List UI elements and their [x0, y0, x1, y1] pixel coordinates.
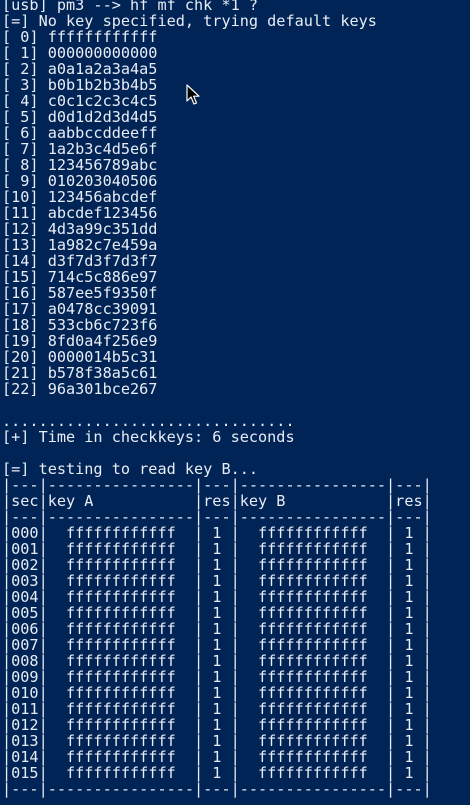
mouse-pointer-icon [186, 84, 200, 105]
key-list-item: [18] 533cb6c723f6 [2, 316, 158, 334]
key-list-item: [ 3] b0b1b2b3b4b5 [2, 76, 158, 94]
key-list-item: [ 0] ffffffffffff [2, 28, 158, 46]
key-list-item: [10] 123456abcdef [2, 188, 158, 206]
key-list-item: [17] a0478cc39091 [2, 300, 158, 318]
terminal-window[interactable]: [usb] pm3 --> hf mf chk *1 ? [=] No key s… [0, 0, 470, 805]
terminal-output: [usb] pm3 --> hf mf chk *1 ? [=] No key s… [2, 0, 432, 797]
table-row: |003| ffffffffffff | 1 | ffffffffffff | … [2, 572, 432, 590]
key-list-item: [22] 96a301bce267 [2, 380, 158, 398]
table-row: |013| ffffffffffff | 1 | ffffffffffff | … [2, 732, 432, 750]
table-border: |---|----------------|---|--------------… [2, 780, 432, 798]
table-row: |012| ffffffffffff | 1 | ffffffffffff | … [2, 716, 432, 734]
key-list-item: [13] 1a982c7e459a [2, 236, 158, 254]
key-list-item: [ 6] aabbccddeeff [2, 124, 158, 142]
key-list-item: [12] 4d3a99c351dd [2, 220, 158, 238]
key-list-item: [ 8] 123456789abc [2, 156, 158, 174]
table-row: |002| ffffffffffff | 1 | ffffffffffff | … [2, 556, 432, 574]
key-list-item: [ 9] 010203040506 [2, 172, 158, 190]
table-row: |001| ffffffffffff | 1 | ffffffffffff | … [2, 540, 432, 558]
table-border: |---|----------------|---|--------------… [2, 476, 432, 494]
key-list-item: [ 1] 000000000000 [2, 44, 158, 62]
table-row: |008| ffffffffffff | 1 | ffffffffffff | … [2, 652, 432, 670]
key-list-item: [16] 587ee5f9350f [2, 284, 158, 302]
progress-dots: ................................ [2, 412, 295, 430]
info-line: [=] testing to read key B... [2, 460, 259, 478]
table-row: |009| ffffffffffff | 1 | ffffffffffff | … [2, 668, 432, 686]
table-row: |015| ffffffffffff | 1 | ffffffffffff | … [2, 764, 432, 782]
table-row: |005| ffffffffffff | 1 | ffffffffffff | … [2, 604, 432, 622]
key-list-item: [ 4] c0c1c2c3c4c5 [2, 92, 158, 110]
table-row: |010| ffffffffffff | 1 | ffffffffffff | … [2, 684, 432, 702]
status-line: [+] Time in checkkeys: 6 seconds [2, 428, 295, 446]
table-row: |014| ffffffffffff | 1 | ffffffffffff | … [2, 748, 432, 766]
table-row: |011| ffffffffffff | 1 | ffffffffffff | … [2, 700, 432, 718]
table-border: |---|----------------|---|--------------… [2, 508, 432, 526]
key-list-item: [ 5] d0d1d2d3d4d5 [2, 108, 158, 126]
info-line: [=] No key specified, trying default key… [2, 12, 377, 30]
key-list-item: [19] 8fd0a4f256e9 [2, 332, 158, 350]
table-row: |007| ffffffffffff | 1 | ffffffffffff | … [2, 636, 432, 654]
table-row: |000| ffffffffffff | 1 | ffffffffffff | … [2, 524, 432, 542]
table-row: |004| ffffffffffff | 1 | ffffffffffff | … [2, 588, 432, 606]
key-list-item: [14] d3f7d3f7d3f7 [2, 252, 158, 270]
key-list-item: [ 2] a0a1a2a3a4a5 [2, 60, 158, 78]
key-list-item: [15] 714c5c886e97 [2, 268, 158, 286]
key-list-item: [11] abcdef123456 [2, 204, 158, 222]
key-list-item: [20] 0000014b5c31 [2, 348, 158, 366]
key-list-item: [ 7] 1a2b3c4d5e6f [2, 140, 158, 158]
table-row: |006| ffffffffffff | 1 | ffffffffffff | … [2, 620, 432, 638]
key-list-item: [21] b578f38a5c61 [2, 364, 158, 382]
table-header: |sec|key A |res|key B |res| [2, 492, 432, 510]
